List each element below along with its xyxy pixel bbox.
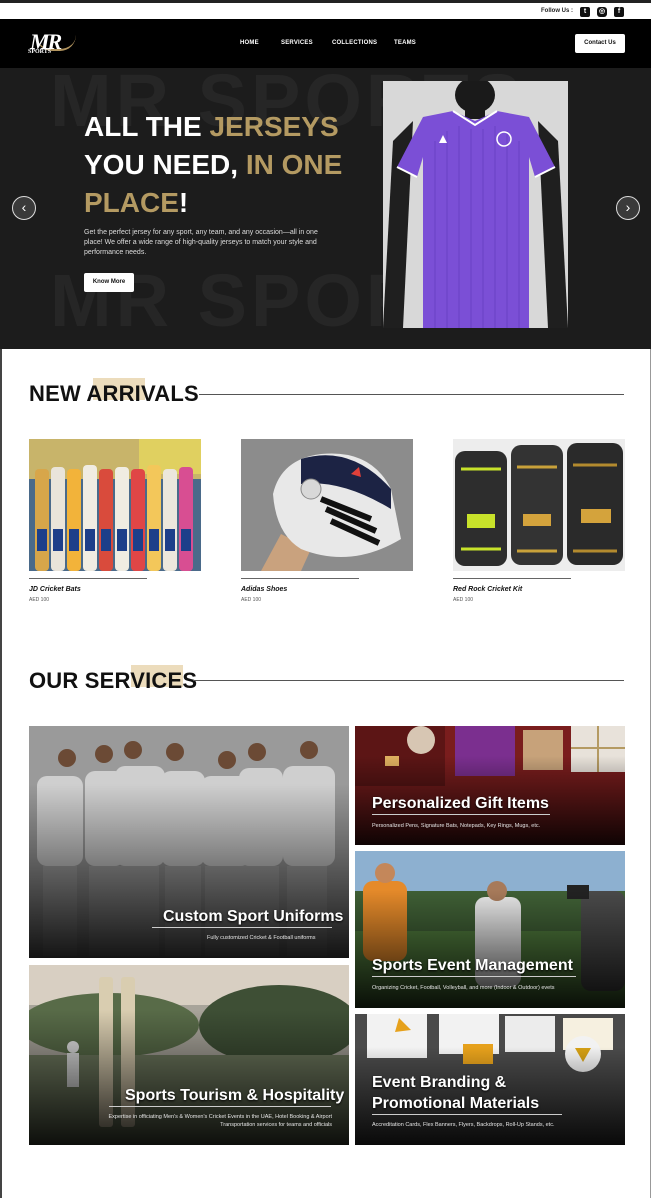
product-price: AED 100 — [29, 597, 50, 603]
section-divider — [193, 680, 624, 681]
service-card-tourism[interactable]: Sports Tourism & Hospitality Expertise i… — [29, 965, 349, 1145]
service-title: Custom Sport Uniforms — [163, 908, 344, 925]
contact-us-button[interactable]: Contact Us — [575, 34, 625, 53]
product-divider — [453, 578, 571, 579]
hero-headline: ALL THE JERSEYS YOU NEED, IN ONE PLACE! — [84, 108, 344, 222]
product-name[interactable]: JD Cricket Bats — [29, 586, 81, 593]
service-card-gifts[interactable]: Personalized Gift Items Personalized Pen… — [355, 726, 625, 845]
service-title: Event Branding & Promotional Materials — [372, 1072, 539, 1114]
title-underline — [109, 1106, 331, 1107]
section-divider — [199, 394, 624, 395]
service-title-line1: Event Branding & — [372, 1074, 507, 1091]
logo-subtext: SPORTS — [28, 49, 52, 55]
know-more-button[interactable]: Know More — [84, 273, 134, 292]
card-overlay — [29, 784, 349, 958]
hero-slider: MR SPORTS MR SPORTS ALL THE JERSEYS YOU … — [0, 68, 651, 349]
follow-us-label: Follow Us : — [541, 8, 573, 14]
main-navbar: MR SPORTS HOME SERVICES COLLECTIONS TEAM… — [0, 19, 651, 68]
hero-title-end: ! — [178, 187, 189, 218]
service-description: Personalized Pens, Signature Bats, Notep… — [372, 823, 541, 829]
service-description: Fully customized Cricket & Football unif… — [207, 935, 316, 941]
service-title: Personalized Gift Items — [372, 795, 549, 812]
product-image-adidas-shoes[interactable] — [241, 439, 413, 571]
product-name[interactable]: Red Rock Cricket Kit — [453, 586, 522, 593]
service-description: Organizing Cricket, Football, Volleyball… — [372, 985, 555, 991]
service-title-line2: Promotional Materials — [372, 1095, 540, 1112]
nav-services[interactable]: SERVICES — [281, 40, 313, 46]
our-services-title: OUR SERVICES — [29, 668, 198, 693]
product-image-cricket-kit[interactable] — [453, 439, 625, 571]
hero-title-gold3: PLACE — [84, 187, 179, 218]
nav-teams[interactable]: TEAMS — [394, 40, 416, 46]
hero-title-gold1: JERSEYS — [209, 111, 339, 142]
chevron-left-icon[interactable]: ‹ — [12, 196, 36, 220]
product-price: AED 100 — [241, 597, 262, 603]
product-price: AED 100 — [453, 597, 474, 603]
service-description: Expertise in officiating Men's & Women's… — [108, 1114, 332, 1128]
twitter-icon[interactable]: t — [580, 7, 590, 17]
top-bar: Follow Us : t ◎ f — [0, 0, 651, 19]
chevron-right-icon[interactable]: › — [616, 196, 640, 220]
service-card-branding[interactable]: Event Branding & Promotional Materials Ac… — [355, 1014, 625, 1145]
title-underline — [372, 814, 550, 815]
new-arrivals-title: NEW ARRIVALS — [29, 381, 199, 406]
brand-logo[interactable]: MR SPORTS — [28, 29, 78, 57]
product-divider — [241, 578, 359, 579]
product-image-cricket-bats[interactable] — [29, 439, 201, 571]
service-card-event-management[interactable]: Sports Event Management Organizing Crick… — [355, 851, 625, 1008]
nav-home[interactable]: HOME — [240, 40, 259, 46]
service-description: Accreditation Cards, Flex Banners, Flyer… — [372, 1122, 555, 1128]
product-name[interactable]: Adidas Shoes — [241, 586, 287, 593]
instagram-icon[interactable]: ◎ — [597, 7, 607, 17]
service-title: Sports Event Management — [372, 957, 573, 974]
hero-description: Get the perfect jersey for any sport, an… — [84, 229, 318, 256]
title-underline — [372, 976, 576, 977]
hero-title-gold2: IN ONE — [245, 149, 343, 180]
service-title: Sports Tourism & Hospitality — [125, 1087, 345, 1104]
facebook-icon[interactable]: f — [614, 7, 624, 17]
title-underline — [152, 927, 332, 928]
hero-jersey-image — [383, 81, 568, 328]
hero-title-part1: ALL THE — [84, 111, 210, 142]
product-divider — [29, 578, 147, 579]
title-underline — [372, 1114, 562, 1115]
hero-title-part2: YOU NEED, — [84, 149, 246, 180]
service-card-uniforms[interactable]: Custom Sport Uniforms Fully customized C… — [29, 726, 349, 958]
nav-collections[interactable]: COLLECTIONS — [332, 40, 377, 46]
